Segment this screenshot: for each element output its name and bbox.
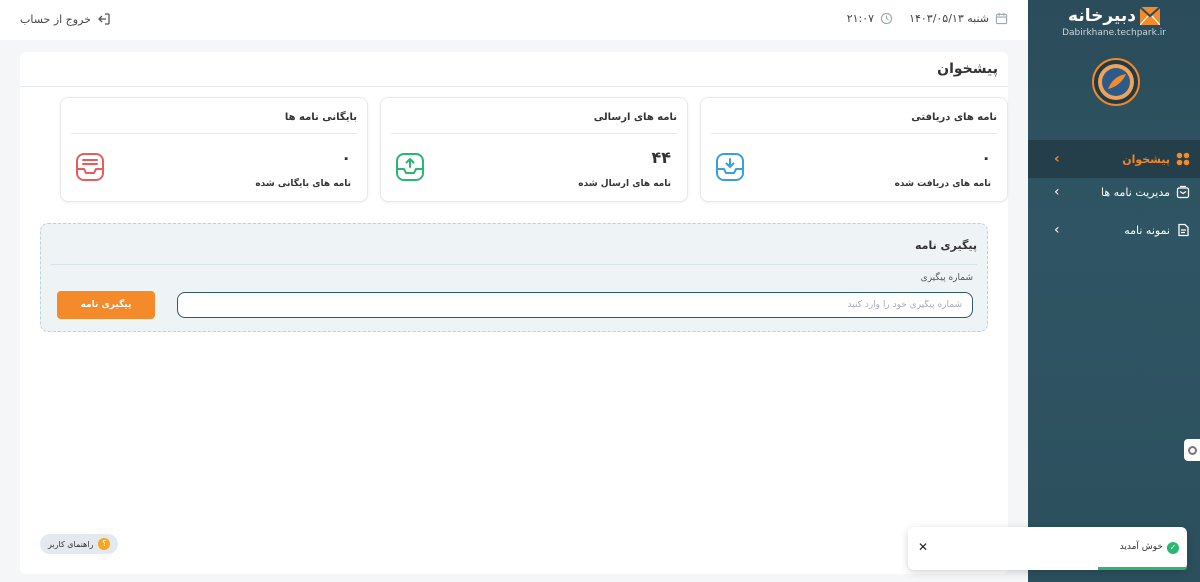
sidebar: دبیرخانه Dabirkhane.techpark.ir ‹ پیشخوا…	[1028, 0, 1200, 582]
template-icon	[1178, 223, 1189, 237]
divider	[20, 86, 1008, 87]
stat-label: نامه های بایگانی شده	[255, 179, 351, 189]
welcome-toast: ✓ خوش آمدید ✕	[908, 527, 1187, 570]
letters-icon	[1176, 185, 1190, 199]
chevron-left-icon: ‹	[1054, 184, 1060, 200]
tracking-panel: پیگیری نامه شماره پیگیری پیگیری نامه	[40, 223, 988, 332]
stat-title: نامه های ارسالی	[593, 112, 677, 123]
toast-message: خوش آمدید	[1119, 542, 1163, 552]
stat-card-archive: بایگانی نامه ها ۰ نامه های بایگانی شده	[60, 97, 368, 202]
user-guide-button[interactable]: راهنمای کاربر ؟	[40, 534, 119, 554]
widget-circle-icon	[1187, 445, 1197, 455]
avatar-emblem-icon	[1098, 64, 1134, 100]
tracking-number-label: شماره پیگیری	[920, 273, 973, 283]
dashboard-grid-icon	[1176, 152, 1190, 166]
tracking-number-input[interactable]	[177, 292, 973, 318]
check-icon: ✓	[1167, 542, 1179, 554]
main-panel: پیشخوان نامه های دریافتی ۰ نامه های دریا…	[20, 52, 1008, 574]
stat-label: نامه های ارسال شده	[578, 179, 671, 189]
close-icon[interactable]: ✕	[918, 540, 928, 554]
clock-icon	[880, 12, 893, 25]
chevron-left-icon: ‹	[1054, 151, 1060, 167]
sidebar-item-label: نمونه نامه	[1124, 223, 1170, 237]
tracking-title: پیگیری نامه	[914, 239, 977, 252]
logout-label: خروج از حساب	[20, 12, 91, 26]
top-bar: خروج از حساب ۲۱:۰۷ شنبه ۱۴۰۳/۰۵/۱۳	[0, 0, 1028, 40]
logout-icon	[98, 13, 110, 25]
toast-progress-bar	[1098, 567, 1187, 570]
guide-label: راهنمای کاربر	[48, 539, 94, 549]
track-letter-button[interactable]: پیگیری نامه	[57, 291, 155, 319]
stat-count: ۰	[981, 148, 991, 167]
divider	[391, 133, 677, 134]
logout-button[interactable]: خروج از حساب	[20, 12, 111, 26]
brand-domain: Dabirkhane.techpark.ir	[1062, 28, 1166, 38]
sidebar-item-letters[interactable]: ‹ مدیریت نامه ها	[1028, 173, 1200, 211]
stat-count: ۰	[341, 148, 351, 167]
divider	[51, 264, 977, 265]
date-time: ۲۱:۰۷ شنبه ۱۴۰۳/۰۵/۱۳	[847, 12, 1008, 25]
chevron-left-icon: ‹	[1054, 222, 1060, 238]
help-icon: ؟	[98, 538, 111, 550]
stat-title: بایگانی نامه ها	[284, 112, 357, 123]
calendar-icon	[995, 12, 1008, 25]
sidebar-item-label: پیشخوان	[1122, 152, 1170, 166]
divider	[711, 133, 997, 134]
outbox-up-icon	[396, 153, 424, 181]
stat-count: ۴۴	[651, 148, 671, 167]
time-text: ۲۱:۰۷	[846, 12, 875, 25]
divider	[71, 133, 357, 134]
stat-card-received: نامه های دریافتی ۰ نامه های دریافت شده	[700, 97, 1008, 202]
sidebar-item-templates[interactable]: ‹ نمونه نامه	[1028, 211, 1200, 249]
sidebar-item-label: مدیریت نامه ها	[1100, 185, 1170, 199]
stat-label: نامه های دریافت شده	[894, 179, 991, 189]
stat-card-sent: نامه های ارسالی ۴۴ نامه های ارسال شده	[380, 97, 688, 202]
archive-icon	[76, 153, 104, 181]
inbox-down-icon	[716, 153, 744, 181]
stat-title: نامه های دریافتی	[911, 112, 997, 123]
envelope-logo-icon	[1139, 7, 1160, 25]
page-title: پیشخوان	[937, 61, 998, 77]
avatar[interactable]	[1092, 58, 1140, 106]
brand-name: دبیرخانه	[1068, 6, 1136, 26]
accessibility-widget[interactable]	[1184, 439, 1200, 461]
date-text: شنبه ۱۴۰۳/۰۵/۱۳	[909, 12, 989, 25]
brand: دبیرخانه Dabirkhane.techpark.ir	[1028, 6, 1200, 38]
